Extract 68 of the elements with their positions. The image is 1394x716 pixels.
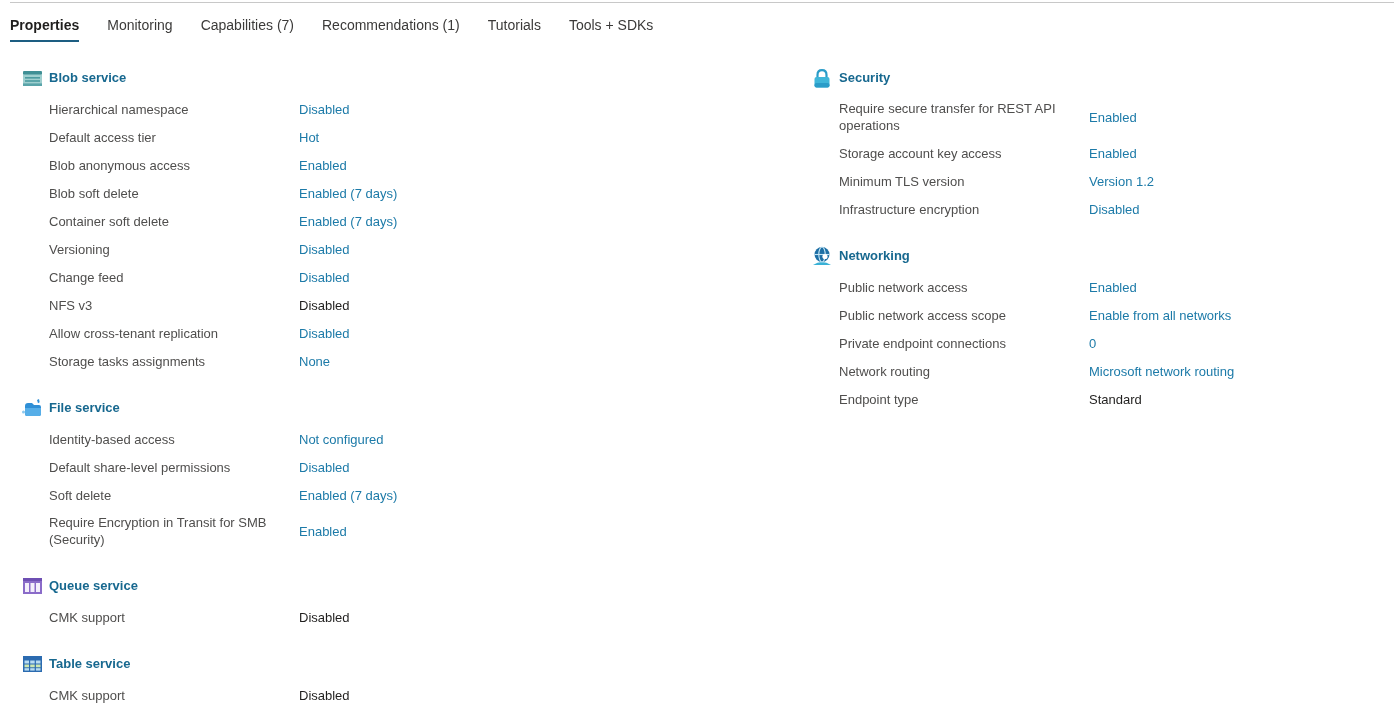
property-label: Identity-based access: [49, 430, 175, 448]
property-label: Storage tasks assignments: [49, 352, 206, 370]
property-link[interactable]: None: [299, 352, 331, 370]
globe-icon: [812, 246, 832, 266]
property-value: Disabled: [299, 296, 350, 314]
property-label: Private endpoint connections: [839, 334, 1006, 352]
property-link[interactable]: Disabled: [1089, 200, 1140, 218]
property-label: Allow cross-tenant replication: [49, 324, 219, 342]
tab[interactable]: Tools + SDKs: [568, 3, 654, 42]
property-label: Default access tier: [49, 128, 156, 146]
property-link[interactable]: Enabled (7 days): [299, 184, 398, 202]
property-link[interactable]: Disabled: [299, 268, 350, 286]
property-label: Storage account key access: [839, 144, 1002, 162]
property-link[interactable]: Microsoft network routing: [1089, 362, 1235, 380]
storage-icon: [22, 70, 42, 86]
table-icon: [22, 656, 42, 672]
property-link[interactable]: Disabled: [299, 458, 350, 476]
property-link[interactable]: Enabled (7 days): [299, 486, 398, 504]
property-label: Public network access: [839, 278, 968, 296]
property-label: Require secure transfer for REST API operations: [839, 100, 1057, 134]
section-title: File service: [49, 399, 120, 417]
property-label: NFS v3: [49, 296, 93, 314]
property-link[interactable]: Version 1.2: [1089, 172, 1155, 190]
property-link[interactable]: Disabled: [299, 324, 350, 342]
property-label: Public network access scope: [839, 306, 1006, 324]
property-label: Require Encryption in Transit for SMB (Security): [49, 514, 268, 548]
property-label: Endpoint type: [839, 390, 919, 408]
lock-icon: [814, 68, 830, 88]
property-link[interactable]: Enabled: [1089, 278, 1137, 296]
section-title: Table service: [49, 655, 131, 673]
property-label: Minimum TLS version: [839, 172, 965, 190]
property-link[interactable]: Disabled: [299, 240, 350, 258]
property-label: Soft delete: [49, 486, 112, 504]
folder-icon: [22, 399, 42, 417]
property-link[interactable]: Enabled: [299, 522, 347, 540]
property-link[interactable]: Enabled: [1089, 144, 1137, 162]
property-link[interactable]: Hot: [299, 128, 320, 146]
section-title: Networking: [839, 247, 910, 265]
property-value: Standard: [1089, 390, 1142, 408]
section-title: Blob service: [49, 69, 127, 87]
section-title: Queue service: [49, 577, 138, 595]
property-link[interactable]: Enable from all networks: [1089, 306, 1232, 324]
property-link[interactable]: Enabled (7 days): [299, 212, 398, 230]
tab[interactable]: Capabilities (7): [200, 3, 294, 42]
property-value: Disabled: [299, 608, 350, 626]
property-link[interactable]: 0: [1089, 334, 1097, 352]
property-link[interactable]: Enabled: [299, 156, 347, 174]
property-value: Disabled: [299, 686, 350, 704]
property-label: Container soft delete: [49, 212, 169, 230]
property-label: Versioning: [49, 240, 110, 258]
tab[interactable]: Monitoring: [107, 3, 173, 42]
property-label: Blob anonymous access: [49, 156, 190, 174]
property-label: Blob soft delete: [49, 184, 139, 202]
tab[interactable]: Tutorials: [487, 3, 541, 42]
section-title: Security: [839, 69, 891, 87]
property-label: CMK support: [49, 686, 125, 704]
property-label: Network routing: [839, 362, 931, 380]
property-link[interactable]: Enabled: [1089, 108, 1137, 126]
tab[interactable]: Properties: [10, 3, 80, 42]
property-label: Hierarchical namespace: [49, 100, 189, 118]
property-label: Change feed: [49, 268, 124, 286]
property-link[interactable]: Not configured: [299, 430, 384, 448]
property-label: CMK support: [49, 608, 125, 626]
columns-icon: [22, 578, 42, 594]
property-link[interactable]: Disabled: [299, 100, 350, 118]
tab[interactable]: Recommendations (1): [322, 3, 460, 42]
property-label: Infrastructure encryption: [839, 200, 980, 218]
property-label: Default share-level permissions: [49, 458, 231, 476]
